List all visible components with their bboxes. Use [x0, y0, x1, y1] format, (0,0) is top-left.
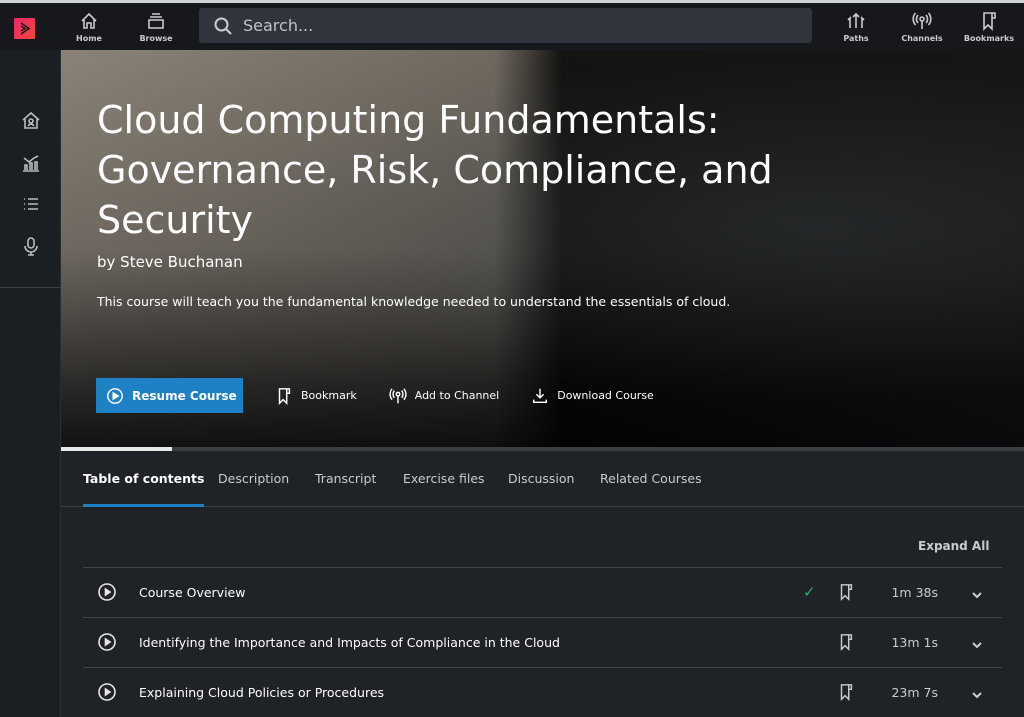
add-to-channel-button[interactable]: Add to Channel	[389, 387, 500, 405]
bookmark-icon[interactable]	[837, 583, 855, 601]
bookmark-icon[interactable]	[837, 633, 855, 651]
dashboard-home-icon[interactable]	[21, 111, 41, 131]
nav-home[interactable]: Home	[72, 3, 106, 50]
tab-transcript[interactable]: Transcript	[315, 471, 376, 504]
search-bar[interactable]	[199, 8, 812, 43]
bookmark-button[interactable]: Bookmark	[275, 387, 357, 405]
nav-channels-label: Channels	[901, 33, 943, 43]
play-circle-icon	[107, 387, 123, 404]
nav-browse[interactable]: Browse	[136, 3, 176, 50]
course-actions: Resume Course Bookmark Add to Channel Do…	[96, 378, 654, 413]
module-duration: 23m 7s	[891, 684, 938, 700]
check-icon: ✓	[803, 583, 816, 601]
sidebar	[0, 50, 61, 717]
course-description: This course will teach you the fundament…	[97, 294, 731, 309]
tab-table-of-contents[interactable]: Table of contents	[83, 471, 205, 507]
course-title: Cloud Computing Fundamentals: Governance…	[97, 98, 773, 242]
chevron-down-icon[interactable]	[971, 686, 983, 699]
sidebar-divider	[0, 287, 61, 288]
module-row[interactable]: Identifying the Importance and Impacts o…	[83, 617, 1002, 666]
browse-icon	[148, 12, 164, 29]
nav-paths[interactable]: Paths	[836, 3, 876, 50]
nav-channels[interactable]: Channels	[900, 3, 944, 50]
download-icon	[533, 388, 548, 403]
expand-all-button[interactable]: Expand All	[918, 539, 989, 553]
play-circle-icon[interactable]	[97, 582, 117, 602]
module-title[interactable]: Identifying the Importance and Impacts o…	[139, 635, 560, 650]
bookmark-icon	[278, 387, 291, 405]
analytics-icon[interactable]	[21, 153, 41, 173]
tab-exercise-files[interactable]: Exercise files	[403, 471, 485, 504]
top-bar: Home Browse Paths Channels Bookmarks	[0, 0, 1024, 50]
list-icon[interactable]	[21, 194, 41, 214]
course-tabs: Table of contents Description Transcript…	[61, 451, 1024, 507]
channels-icon	[912, 11, 932, 29]
search-icon	[214, 17, 232, 35]
bookmark-icon[interactable]	[837, 683, 855, 701]
tab-discussion[interactable]: Discussion	[508, 471, 574, 504]
bookmark-icon	[983, 11, 996, 31]
home-icon	[81, 12, 97, 29]
module-row[interactable]: Course Overview ✓ 1m 38s	[83, 567, 1002, 616]
channels-icon	[389, 387, 407, 403]
module-duration: 1m 38s	[891, 584, 938, 600]
course-author: by Steve Buchanan	[97, 253, 243, 271]
bookmark-label: Bookmark	[301, 389, 357, 402]
download-course-label: Download Course	[557, 389, 654, 402]
nav-home-label: Home	[76, 33, 102, 43]
download-course-button[interactable]: Download Course	[531, 387, 654, 405]
paths-icon	[847, 12, 865, 28]
module-title[interactable]: Explaining Cloud Policies or Procedures	[139, 685, 384, 700]
tab-related-courses[interactable]: Related Courses	[600, 471, 702, 504]
nav-bookmarks-label: Bookmarks	[963, 33, 1015, 43]
play-circle-icon[interactable]	[97, 632, 117, 652]
tab-description[interactable]: Description	[218, 471, 289, 504]
add-to-channel-label: Add to Channel	[414, 389, 500, 402]
nav-paths-label: Paths	[843, 33, 869, 43]
chevron-down-icon[interactable]	[971, 636, 983, 649]
module-row[interactable]: Explaining Cloud Policies or Procedures …	[83, 667, 1002, 716]
play-circle-icon[interactable]	[97, 682, 117, 702]
nav-browse-label: Browse	[139, 33, 173, 43]
pluralsight-logo[interactable]	[14, 18, 35, 39]
module-duration: 13m 1s	[891, 634, 938, 650]
search-input[interactable]	[243, 16, 763, 35]
resume-course-button[interactable]: Resume Course	[96, 378, 243, 413]
module-title[interactable]: Course Overview	[139, 585, 245, 600]
nav-bookmarks[interactable]: Bookmarks	[962, 3, 1016, 50]
resume-course-label: Resume Course	[132, 388, 237, 403]
chevron-down-icon[interactable]	[971, 586, 983, 599]
course-hero: Cloud Computing Fundamentals: Governance…	[61, 50, 1024, 447]
microphone-icon[interactable]	[21, 236, 41, 256]
